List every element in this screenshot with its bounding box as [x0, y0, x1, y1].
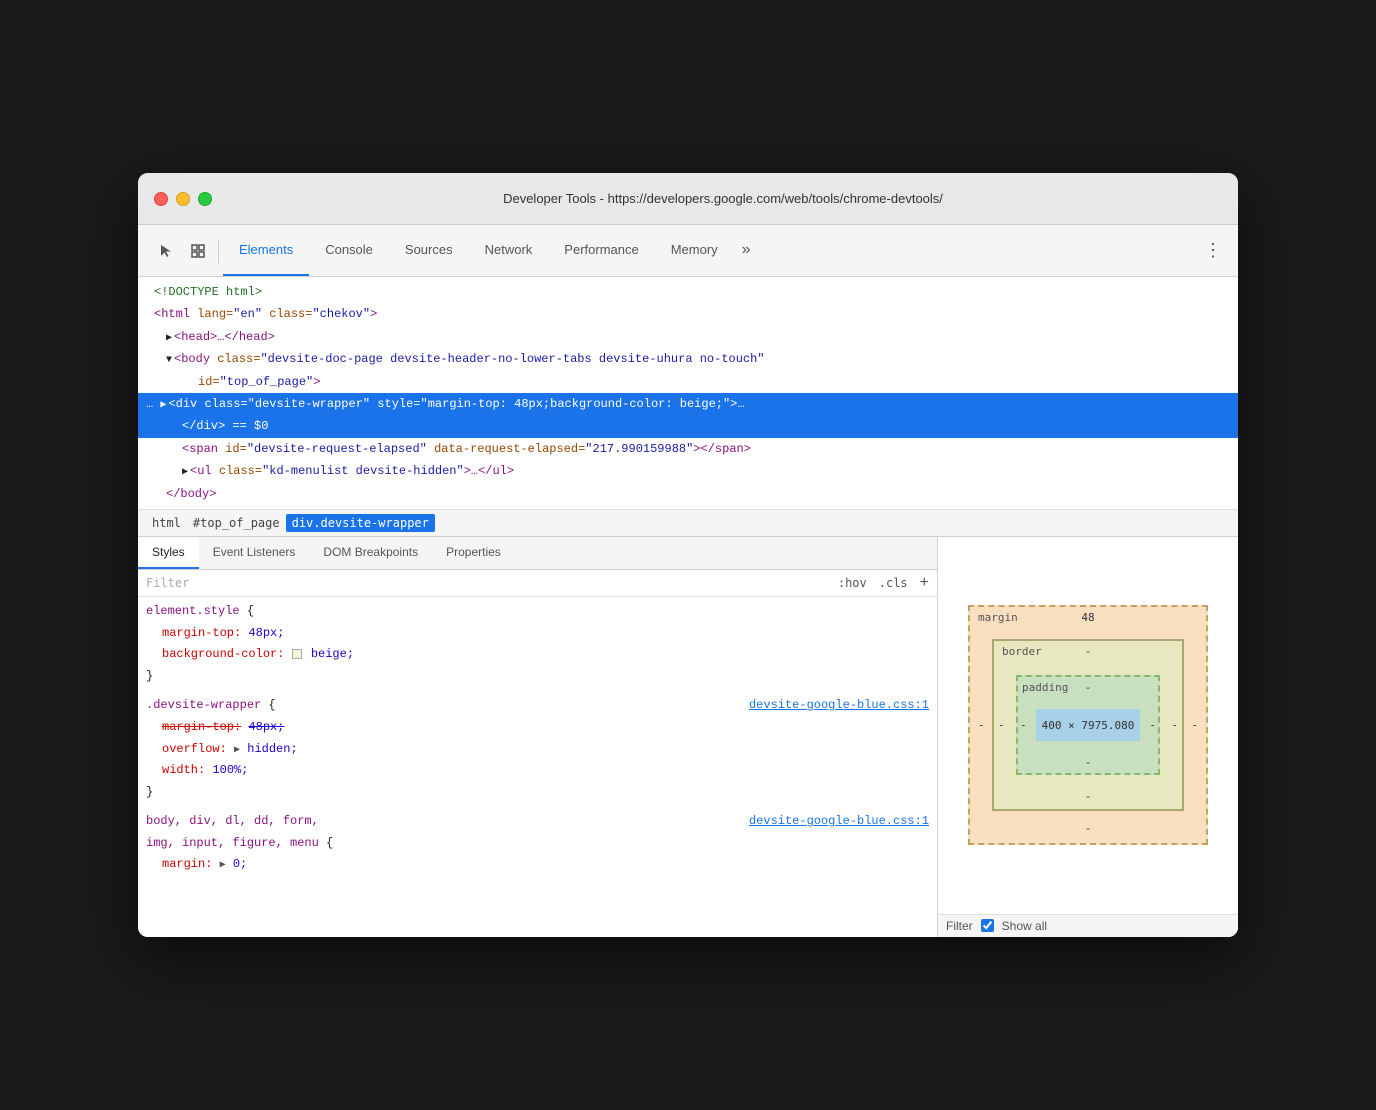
rule-source-link-2[interactable]: devsite-google-blue.css:1 [749, 811, 929, 833]
rule-prop-margin-top-strike[interactable]: margin-top: 48px; [146, 717, 929, 739]
border-bottom-value: - [1085, 790, 1092, 803]
bottom-filter-bar: Filter Show all [938, 914, 1238, 937]
dom-tree: <!DOCTYPE html> <html lang="en" class="c… [138, 277, 1238, 510]
dom-line-body-close[interactable]: </body> [138, 483, 1238, 505]
minimize-button[interactable] [176, 192, 190, 206]
tab-event-listeners[interactable]: Event Listeners [199, 537, 310, 569]
main-tabs: Elements Console Sources Network Perform… [223, 225, 759, 276]
box-inspect-icon[interactable] [186, 239, 210, 263]
rule-prop-bg-color[interactable]: background-color: beige; [146, 644, 929, 666]
padding-bottom-value: - [1085, 756, 1092, 769]
lower-panel: Styles Event Listeners DOM Breakpoints P… [138, 537, 1238, 937]
filter-label: Filter [946, 919, 973, 933]
rule-prop-width[interactable]: width: 100%; [146, 760, 929, 782]
traffic-lights [154, 192, 212, 206]
filter-placeholder: Filter [146, 576, 826, 590]
breadcrumb-div-wrapper[interactable]: div.devsite-wrapper [286, 514, 435, 532]
dom-line-doctype[interactable]: <!DOCTYPE html> [138, 281, 1238, 303]
border-label: border [1002, 645, 1042, 658]
rule-selector-wrapper: .devsite-wrapper { devsite-google-blue.c… [146, 695, 929, 717]
close-button[interactable] [154, 192, 168, 206]
rule-close-brace-2: } [146, 782, 929, 804]
devtools-menu-button[interactable]: ⋮ [1196, 240, 1230, 261]
tab-styles[interactable]: Styles [138, 537, 199, 569]
cls-button[interactable]: .cls [875, 575, 912, 591]
padding-top-value: - [1085, 681, 1092, 694]
dom-line-html[interactable]: <html lang="en" class="chekov"> [138, 303, 1238, 325]
tab-sources[interactable]: Sources [389, 225, 469, 276]
dom-line-div-close[interactable]: </div> == $0 [138, 415, 1238, 437]
tab-network[interactable]: Network [469, 225, 549, 276]
tab-performance[interactable]: Performance [548, 225, 654, 276]
box-model-panel: margin 48 - - - border - - - - [938, 537, 1238, 937]
toolbar-icons [146, 239, 219, 263]
dom-line-div-selected[interactable]: … ▶<div class="devsite-wrapper" style="m… [138, 393, 1238, 415]
add-style-rule-button[interactable]: + [920, 574, 929, 592]
titlebar: Developer Tools - https://developers.goo… [138, 173, 1238, 225]
tab-dom-breakpoints[interactable]: DOM Breakpoints [309, 537, 432, 569]
dom-line-span[interactable]: <span id="devsite-request-elapsed" data-… [138, 438, 1238, 460]
breadcrumb-html[interactable]: html [146, 514, 187, 532]
breadcrumb: html #top_of_page div.devsite-wrapper [138, 510, 1238, 537]
tab-memory[interactable]: Memory [655, 225, 734, 276]
filter-bar: Filter :hov .cls + [138, 570, 937, 597]
cursor-icon[interactable] [154, 239, 178, 263]
margin-left-value: - [978, 719, 985, 732]
rule-selector-body: body, div, dl, dd, form, devsite-google-… [146, 811, 929, 833]
rule-prop-overflow[interactable]: overflow: ▶ hidden; [146, 739, 929, 761]
content-area: <!DOCTYPE html> <html lang="en" class="c… [138, 277, 1238, 937]
dom-line-head[interactable]: ▶<head>…</head> [138, 326, 1238, 348]
content-size: 400 × 7975.080 [1042, 719, 1135, 732]
maximize-button[interactable] [198, 192, 212, 206]
content-box: 400 × 7975.080 [1036, 709, 1140, 741]
hov-button[interactable]: :hov [834, 575, 871, 591]
margin-top-value: 48 [1081, 611, 1094, 624]
box-model-area: margin 48 - - - border - - - - [938, 537, 1238, 914]
breadcrumb-top-of-page[interactable]: #top_of_page [187, 514, 286, 532]
show-all-checkbox[interactable] [981, 919, 994, 932]
margin-right-value: - [1191, 719, 1198, 732]
padding-right-value: - [1149, 719, 1156, 732]
margin-label: margin [978, 611, 1018, 624]
dom-line-ul[interactable]: ▶<ul class="kd-menulist devsite-hidden">… [138, 460, 1238, 482]
rule-body-div: body, div, dl, dd, form, devsite-google-… [146, 811, 929, 876]
rule-selector-element: element.style { [146, 601, 929, 623]
rule-prop-margin-top[interactable]: margin-top: 48px; [146, 623, 929, 645]
padding-left-value: - [1020, 719, 1027, 732]
rule-prop-margin[interactable]: margin: ▶ 0; [146, 854, 929, 876]
margin-bottom-value: - [1085, 822, 1092, 835]
window-title: Developer Tools - https://developers.goo… [224, 191, 1222, 206]
color-swatch-beige[interactable] [292, 649, 302, 659]
more-tabs-button[interactable]: » [734, 225, 759, 276]
styles-content: element.style { margin-top: 48px; backgr… [138, 597, 937, 937]
tab-elements[interactable]: Elements [223, 225, 309, 276]
panel-tabs: Styles Event Listeners DOM Breakpoints P… [138, 537, 937, 570]
padding-label: padding [1022, 681, 1068, 694]
rule-devsite-wrapper: .devsite-wrapper { devsite-google-blue.c… [146, 695, 929, 803]
tab-console[interactable]: Console [309, 225, 389, 276]
tab-properties[interactable]: Properties [432, 537, 515, 569]
styles-panel: Styles Event Listeners DOM Breakpoints P… [138, 537, 938, 937]
box-model-diagram: margin 48 - - - border - - - - [968, 605, 1208, 845]
rule-source-link-1[interactable]: devsite-google-blue.css:1 [749, 695, 929, 717]
border-left-value: - [998, 719, 1005, 732]
border-right-value: - [1171, 719, 1178, 732]
border-top-value: - [1085, 645, 1092, 658]
rule-element-style: element.style { margin-top: 48px; backgr… [146, 601, 929, 687]
devtools-window: Developer Tools - https://developers.goo… [138, 173, 1238, 937]
rule-close-brace: } [146, 666, 929, 688]
dom-line-body-id[interactable]: id="top_of_page"> [138, 371, 1238, 393]
dom-line-body[interactable]: ▼<body class="devsite-doc-page devsite-h… [138, 348, 1238, 370]
show-all-label: Show all [1002, 919, 1047, 933]
filter-buttons: :hov .cls [834, 575, 912, 591]
devtools-toolbar: Elements Console Sources Network Perform… [138, 225, 1238, 277]
rule-selector-body2: img, input, figure, menu { [146, 833, 929, 855]
